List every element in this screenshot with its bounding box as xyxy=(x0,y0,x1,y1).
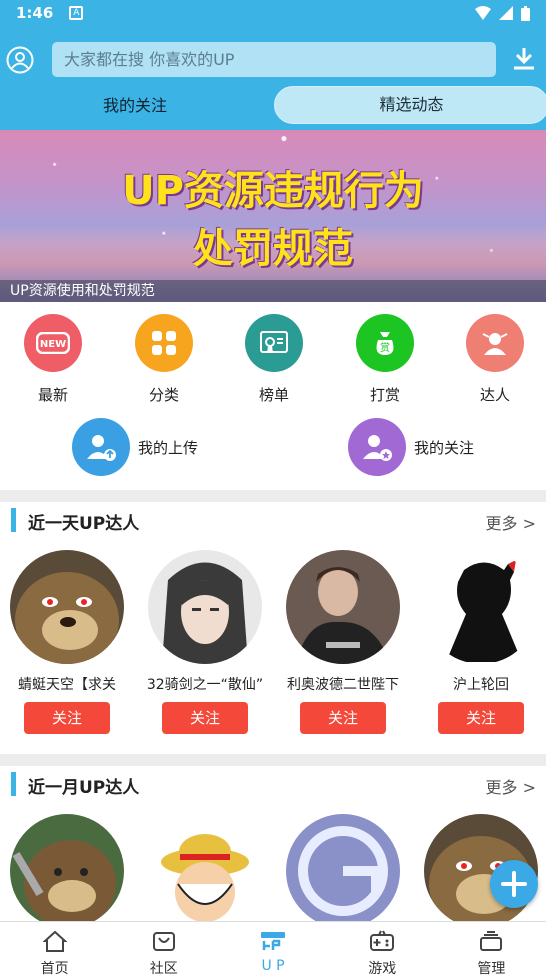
tab-my-follow[interactable]: 我的关注 xyxy=(80,92,190,116)
quick-link-label: 榜单 xyxy=(258,386,289,404)
banner-title-line2: 处罚规范 xyxy=(193,226,353,272)
tab-bar: 我的关注 精选动态 xyxy=(0,86,546,124)
avatar[interactable] xyxy=(10,814,124,921)
section-title: 近一天UP达人 xyxy=(28,514,140,534)
signal-icon xyxy=(499,6,513,20)
user-upload-icon xyxy=(72,418,130,476)
header: 大家都在搜 你喜欢的UP 我的关注 精选动态 xyxy=(0,26,546,130)
quick-link-label: 最新 xyxy=(37,386,68,404)
nav-label: 社区 xyxy=(149,961,178,977)
status-time: 1:46 xyxy=(16,4,54,22)
nav-label: 首页 xyxy=(40,961,69,977)
nav-label: 游戏 xyxy=(368,961,397,977)
certificate-icon xyxy=(245,314,303,372)
grid-icon xyxy=(135,314,193,372)
section-monthly-up: 近一月UP达人 更多 > xyxy=(0,764,546,804)
nav-home[interactable]: 首页 xyxy=(0,922,109,978)
follow-button[interactable]: 关注 xyxy=(300,702,386,734)
up-card[interactable] xyxy=(146,814,264,921)
notification-icon: A xyxy=(69,6,84,20)
up-card[interactable] xyxy=(284,814,402,921)
nav-up[interactable]: U P xyxy=(218,922,327,978)
home-icon xyxy=(41,930,68,952)
gamepad-icon xyxy=(370,930,395,951)
my-uploads-link[interactable]: 我的上传 xyxy=(72,418,198,476)
follow-button[interactable]: 关注 xyxy=(24,702,110,734)
avatar[interactable] xyxy=(424,550,538,664)
avatar[interactable] xyxy=(286,550,400,664)
up-card[interactable]: 沪上轮回 关注 xyxy=(422,550,540,734)
section-accent-bar xyxy=(11,772,16,796)
new-badge-icon: NEW xyxy=(24,314,82,372)
quick-link-label: 分类 xyxy=(148,386,179,404)
section-more-link[interactable]: 更多 > xyxy=(486,510,537,534)
nav-community[interactable]: 社区 xyxy=(109,922,218,978)
wifi-icon xyxy=(475,6,491,20)
avatar[interactable] xyxy=(10,550,124,664)
nav-manage[interactable]: 管理 xyxy=(437,922,546,978)
up-list-daily: 蜻蜓天空【求关 关注 32骑剑之一“散仙” 关注 利奥波德二世陛下 关注 沪上轮… xyxy=(0,550,546,750)
quick-link-category[interactable]: 分类 xyxy=(119,302,209,405)
community-icon xyxy=(152,932,175,951)
user-star-icon xyxy=(348,418,406,476)
up-name: 32骑剑之一“散仙” xyxy=(146,677,264,693)
add-fab-button[interactable] xyxy=(490,860,538,908)
search-input[interactable]: 大家都在搜 你喜欢的UP xyxy=(52,42,496,77)
battery-icon xyxy=(521,5,530,21)
up-card[interactable]: 32骑剑之一“散仙” 关注 xyxy=(146,550,264,734)
quick-link-ranking[interactable]: 榜单 xyxy=(229,302,319,405)
quick-link-label: 达人 xyxy=(479,386,510,404)
profile-icon[interactable] xyxy=(6,46,34,74)
section-more-link[interactable]: 更多 > xyxy=(486,774,537,798)
svg-text:赏: 赏 xyxy=(380,342,390,354)
quick-link-newest[interactable]: NEW 最新 xyxy=(8,302,98,405)
up-name: 沪上轮回 xyxy=(453,677,509,693)
up-list-monthly xyxy=(0,814,546,921)
banner[interactable]: UP资源违规行为 处罚规范 UP资源使用和处罚规范 xyxy=(0,130,546,302)
my-follows-label: 我的关注 xyxy=(414,438,475,457)
section-title: 近一月UP达人 xyxy=(28,778,140,798)
banner-caption: UP资源使用和处罚规范 xyxy=(0,280,546,302)
download-icon[interactable] xyxy=(511,46,537,72)
status-bar: 1:46 A xyxy=(0,0,546,26)
avatar[interactable] xyxy=(148,814,262,921)
up-icon xyxy=(261,932,285,950)
nav-label: U P xyxy=(261,958,285,974)
follow-button[interactable]: 关注 xyxy=(162,702,248,734)
quick-link-reward[interactable]: 赏 打赏 xyxy=(340,302,430,405)
avatar[interactable] xyxy=(286,814,400,921)
up-name: 利奥波德二世陛下 xyxy=(287,677,399,693)
plus-icon xyxy=(501,871,527,897)
manage-icon xyxy=(480,931,503,951)
quick-link-expert[interactable]: 达人 xyxy=(450,302,540,405)
up-card[interactable]: 蜻蜓天空【求关 关注 xyxy=(8,550,126,734)
expert-icon xyxy=(466,314,524,372)
avatar[interactable] xyxy=(148,550,262,664)
my-follows-link[interactable]: 我的关注 xyxy=(348,418,474,476)
quick-link-label: 打赏 xyxy=(369,386,400,404)
banner-title-line1: UP资源违规行为 xyxy=(122,168,424,214)
up-name: 蜻蜓天空【求关 xyxy=(18,677,116,693)
up-card[interactable] xyxy=(8,814,126,921)
section-accent-bar xyxy=(11,508,16,532)
up-card[interactable]: 利奥波德二世陛下 关注 xyxy=(284,550,402,734)
tab-featured[interactable]: 精选动态 xyxy=(274,86,546,124)
section-daily-up: 近一天UP达人 更多 > xyxy=(0,500,546,540)
my-uploads-label: 我的上传 xyxy=(138,438,199,457)
status-icons xyxy=(475,5,530,21)
money-bag-icon: 赏 xyxy=(356,314,414,372)
quick-links: NEW 最新 分类 榜单 赏 打赏 达人 我的上传 我的关注 xyxy=(0,302,546,488)
nav-label: 管理 xyxy=(477,961,506,977)
nav-games[interactable]: 游戏 xyxy=(328,922,437,978)
follow-button[interactable]: 关注 xyxy=(438,702,524,734)
bottom-nav: 首页 社区 U P 游戏 管理 xyxy=(0,921,546,978)
svg-text:NEW: NEW xyxy=(40,339,66,350)
